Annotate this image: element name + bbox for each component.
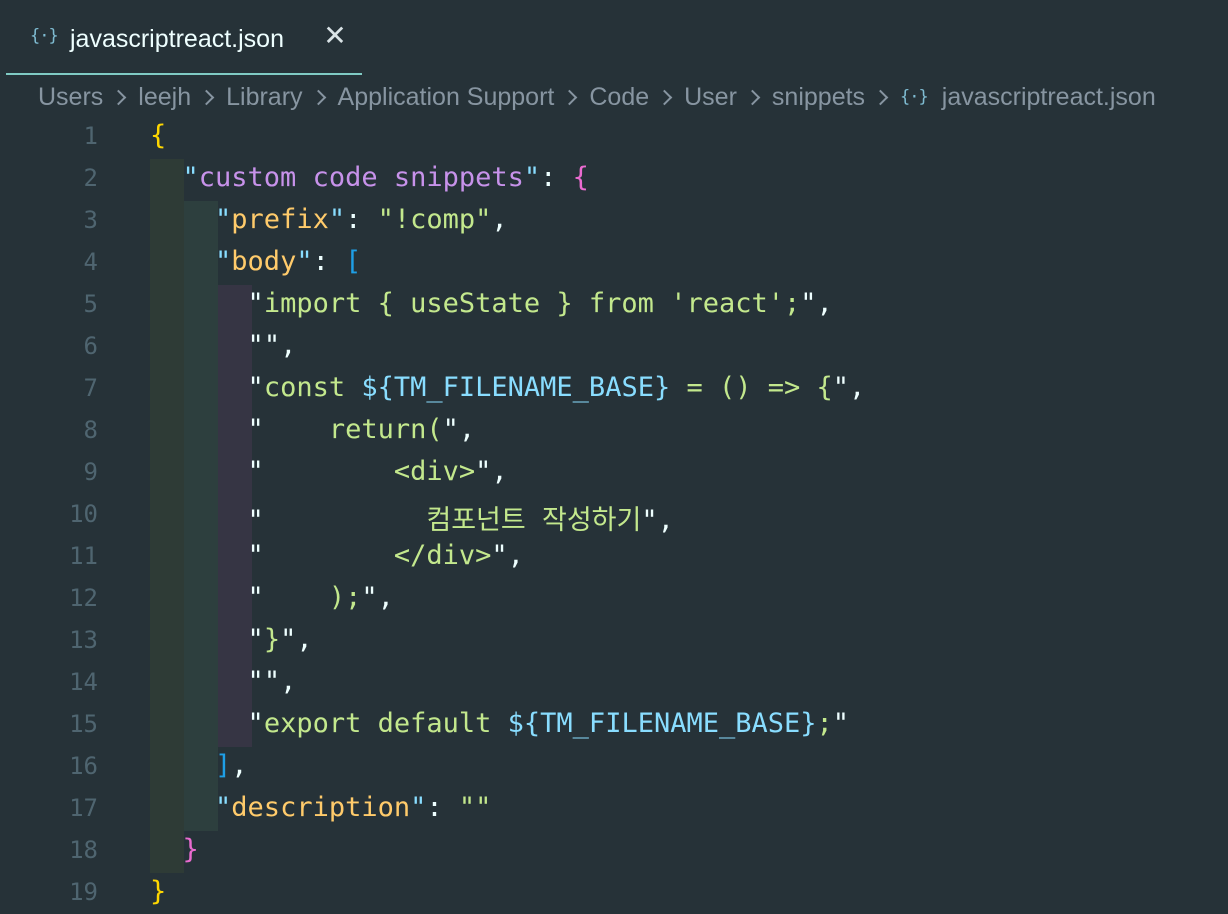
line-number: 8 [83,416,98,444]
breadcrumb-item[interactable]: leejh [138,83,191,112]
breadcrumb-item[interactable]: Code [589,83,649,112]
line-number: 5 [83,290,98,318]
code-line[interactable]: 18 } [0,831,1228,873]
breadcrumb-item[interactable]: snippets [772,83,865,112]
line-number: 4 [83,248,98,276]
line-number: 19 [69,878,98,906]
code-text: "body": [ [215,246,362,277]
breadcrumb-item[interactable]: Application Support [338,83,555,112]
code-text: ], [215,750,248,781]
chevron-right-icon [872,89,889,105]
chevron-right-icon [310,89,326,105]
code-line[interactable]: 4 "body": [ [0,243,1228,285]
code-text: } [150,876,167,907]
tab-title: javascriptreact.json [70,25,284,53]
line-number: 12 [69,584,98,612]
chevron-right-icon [111,89,127,105]
code-text: " <div>", [247,456,508,487]
code-text: { [150,120,167,151]
breadcrumb-item[interactable]: Users [38,83,103,112]
code-text: "}", [247,624,313,655]
line-number: 6 [83,332,98,360]
line-number: 15 [69,710,98,738]
code-line[interactable]: 7 "const ${TM_FILENAME_BASE} = () => {", [0,369,1228,411]
code-text: "custom code snippets": { [182,162,589,193]
line-number: 11 [69,542,98,570]
chevron-right-icon [744,89,761,105]
line-number: 10 [69,500,98,528]
code-line[interactable]: 8 " return(", [0,411,1228,453]
code-text: "", [247,666,297,697]
code-text: } [182,834,199,865]
line-number: 13 [69,626,98,654]
json-file-icon: {·} [900,87,929,107]
code-line[interactable]: 2 "custom code snippets": { [0,159,1228,201]
code-line[interactable]: 14 "", [0,663,1228,705]
line-number: 18 [69,836,98,864]
json-file-icon: {·} [30,26,59,46]
line-number: 3 [83,206,98,234]
chevron-right-icon [562,89,578,105]
line-number: 16 [69,752,98,780]
code-text: "const ${TM_FILENAME_BASE} = () => {", [247,372,866,403]
code-text: "prefix": "!comp", [215,204,508,235]
code-text: "description": "" [215,792,492,823]
code-line[interactable]: 10 " 컴포넌트 작성하기", [0,495,1228,537]
code-text: " </div>", [247,540,524,571]
line-number: 9 [83,458,98,486]
tab-javascriptreact-json[interactable]: {·} javascriptreact.json ✕ [6,0,362,75]
code-text: "", [247,330,297,361]
code-text: " 컴포넌트 작성하기", [247,505,674,536]
line-number: 7 [83,374,98,402]
chevron-right-icon [198,89,215,105]
code-line[interactable]: 12 " );", [0,579,1228,621]
code-line[interactable]: 13 "}", [0,621,1228,663]
code-line[interactable]: 11 " </div>", [0,537,1228,579]
code-line[interactable]: 5 "import { useState } from 'react';", [0,285,1228,327]
tab-bar: {·} javascriptreact.json ✕ [0,0,1228,75]
code-line[interactable]: 19} [0,873,1228,914]
line-number: 17 [69,794,98,822]
line-number: 14 [69,668,98,696]
code-text: " );", [247,582,394,613]
line-number: 1 [83,122,98,150]
code-line[interactable]: 15 "export default ${TM_FILENAME_BASE};" [0,705,1228,747]
close-icon[interactable]: ✕ [322,22,348,50]
code-line[interactable]: 16 ], [0,747,1228,789]
code-text: "export default ${TM_FILENAME_BASE};" [247,708,850,739]
breadcrumb-item[interactable]: User [684,83,737,112]
breadcrumb-file[interactable]: javascriptreact.json [942,83,1156,112]
code-text: "import { useState } from 'react';", [247,288,833,319]
code-editor[interactable]: 1{2 "custom code snippets": {3 "prefix":… [0,117,1228,914]
line-number: 2 [83,164,98,192]
code-line[interactable]: 17 "description": "" [0,789,1228,831]
code-text: " return(", [247,414,476,445]
code-line[interactable]: 9 " <div>", [0,453,1228,495]
code-line[interactable]: 6 "", [0,327,1228,369]
breadcrumb: Users leejh Library Application Support … [38,81,1156,113]
code-line[interactable]: 3 "prefix": "!comp", [0,201,1228,243]
code-line[interactable]: 1{ [0,117,1228,159]
chevron-right-icon [656,89,673,105]
breadcrumb-item[interactable]: Library [226,83,302,112]
